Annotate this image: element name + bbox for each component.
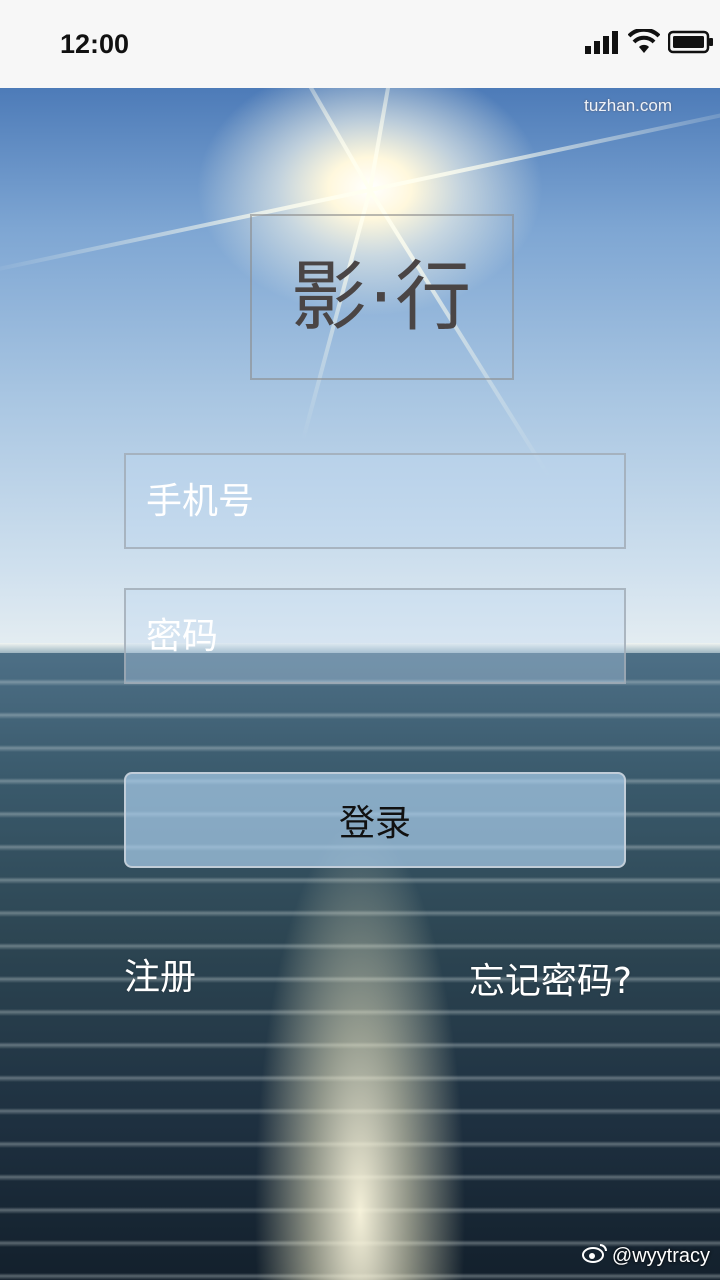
status-bar: 12:00 — [0, 0, 720, 88]
watermark-top: tuzhan.com — [584, 96, 672, 115]
app-logo: 影·行 — [250, 214, 514, 380]
phone-input[interactable] — [144, 479, 624, 523]
login-button[interactable]: 登录 — [124, 772, 626, 868]
weibo-icon — [581, 1242, 608, 1270]
password-field — [124, 588, 626, 684]
status-icons — [584, 27, 714, 59]
wifi-icon — [627, 27, 661, 59]
app-logo-text: 影·行 — [290, 252, 474, 341]
watermark-bottom-text: @wyytracy — [611, 1244, 710, 1267]
register-link[interactable]: 注册 — [124, 948, 196, 1000]
phone-field — [124, 453, 626, 549]
status-time: 12:00 — [60, 28, 130, 59]
password-input[interactable] — [144, 614, 624, 658]
watermark-bottom: @wyytracy — [581, 1242, 710, 1270]
signal-icon — [584, 30, 620, 58]
battery-icon — [667, 30, 714, 58]
forgot-password-link[interactable]: 忘记密码? — [469, 952, 632, 1004]
